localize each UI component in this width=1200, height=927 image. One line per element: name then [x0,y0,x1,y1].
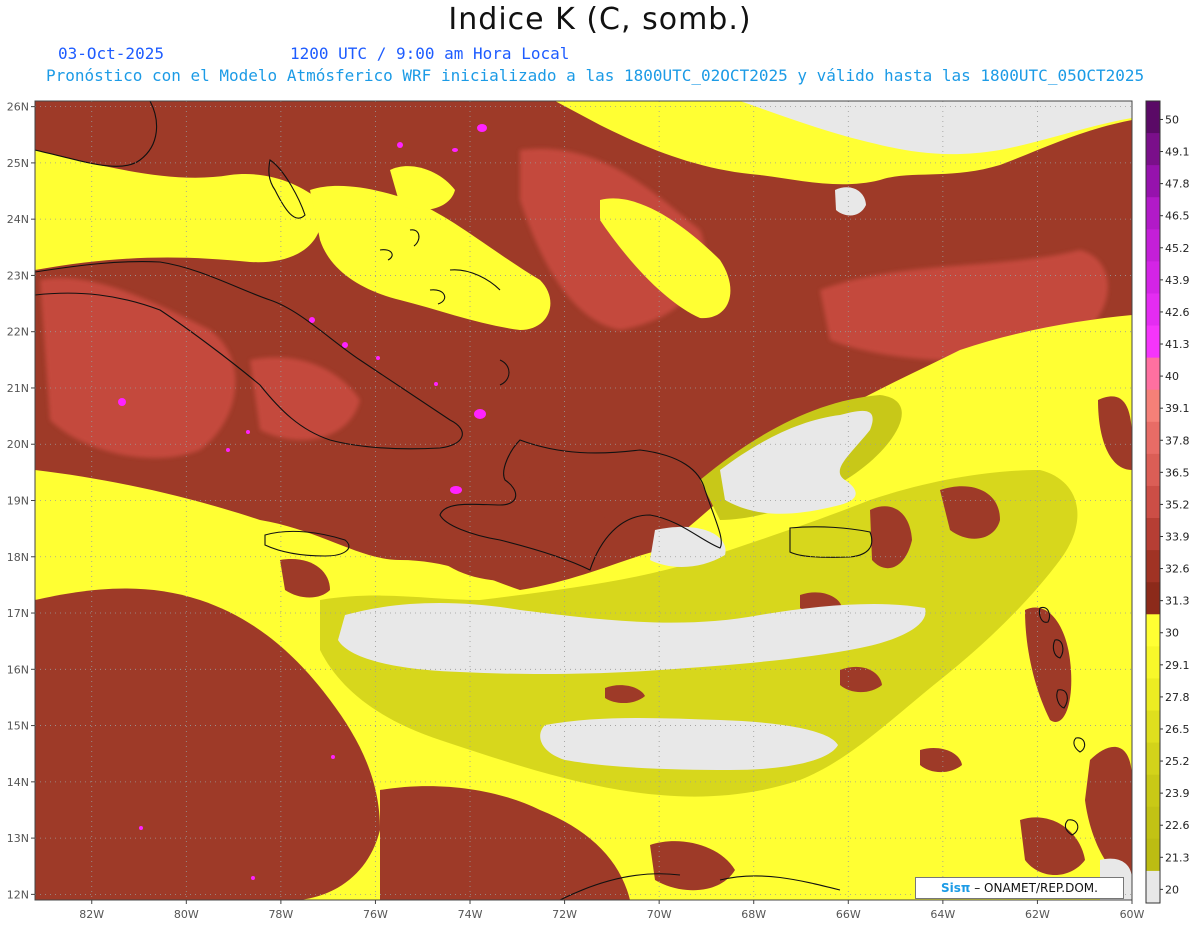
lon-tick-label: 66W [836,908,861,921]
lat-tick-label: 12N [7,888,29,901]
colorbar-label: 41.3 [1165,338,1190,351]
colorbar-label: 42.6 [1165,306,1190,319]
colorbar-label: 23.9 [1165,787,1190,800]
lat-tick-label: 16N [7,663,29,676]
lat-tick-label: 15N [7,720,29,733]
lat-tick-label: 18N [7,551,29,564]
colorbar-swatch [1146,485,1160,519]
colorbar-swatch [1146,870,1160,904]
colorbar-label: 33.9 [1165,530,1190,543]
colorbar-label: 46.5 [1165,210,1190,223]
lon-tick-label: 80W [174,908,199,921]
colorbar-swatch [1146,357,1160,391]
colorbar-swatch [1146,325,1160,359]
colorbar-label: 20 [1165,883,1179,896]
lon-tick-label: 64W [930,908,955,921]
credit-brand: Sisπ [941,881,971,895]
colorbar-swatch [1146,614,1160,647]
colorbar-label: 27.8 [1165,691,1190,704]
colorbar-swatch [1146,550,1160,583]
lat-tick-label: 24N [7,213,29,226]
credit-text: – ONAMET/REP.DOM. [970,881,1098,895]
lon-tick-label: 62W [1025,908,1050,921]
colorbar-label: 22.6 [1165,819,1190,832]
colorbar-swatch [1146,261,1160,294]
colorbar-label: 39.1 [1165,402,1190,415]
colorbar-label: 50 [1165,113,1179,126]
lat-tick-label: 21N [7,382,29,395]
lon-tick-label: 74W [458,908,483,921]
lon-tick-label: 60W [1120,908,1145,921]
colorbar-label: 35.2 [1165,498,1190,511]
colorbar-label: 29.1 [1165,659,1190,672]
colorbar-swatch [1146,774,1160,808]
lat-tick-label: 13N [7,832,29,845]
colorbar-label: 47.8 [1165,178,1190,191]
colorbar-swatch [1146,453,1160,487]
lon-tick-label: 78W [268,908,293,921]
lat-tick-label: 20N [7,438,29,451]
lon-tick-label: 70W [647,908,672,921]
colorbar-swatch [1146,742,1160,776]
colorbar: 50 49.1 47.8 46.5 45.2 43.9 42.6 41.3 40 39.1 37.8… [1145,100,1190,904]
colorbar-label: 36.5 [1165,466,1190,479]
colorbar-swatch [1146,229,1160,262]
lon-tick-label: 68W [741,908,766,921]
lat-tick-label: 17N [7,607,29,620]
colorbar-label: 25.2 [1165,755,1190,768]
lat-tick-label: 14N [7,776,29,789]
colorbar-swatch [1146,582,1160,615]
lon-tick-label: 76W [363,908,388,921]
lat-tick-label: 19N [7,495,29,508]
colorbar-swatch [1146,101,1160,134]
lon-tick-label: 82W [79,908,104,921]
colorbar-swatch [1146,293,1160,327]
colorbar-label: 43.9 [1165,274,1190,287]
colorbar-label: 26.5 [1165,723,1190,736]
colorbar-label: 32.6 [1165,563,1190,576]
colorbar-label: 40 [1165,370,1179,383]
colorbar-label: 31.3 [1165,595,1190,608]
colorbar-swatch [1146,133,1160,166]
lat-tick-label: 26N [7,101,29,114]
colorbar-swatch [1146,710,1160,744]
lat-tick-label: 25N [7,157,29,170]
colorbar-swatch [1146,165,1160,198]
colorbar-label: 49.1 [1165,146,1190,159]
lon-tick-label: 72W [552,908,577,921]
colorbar-swatch [1146,806,1160,840]
field-layer [35,101,1132,900]
colorbar-label: 21.3 [1165,851,1190,864]
lat-tick-label: 23N [7,269,29,282]
colorbar-swatch [1146,678,1160,712]
colorbar-label: 30 [1165,627,1179,640]
longitude-axis: 82W 80W 78W 76W 74W 72W 70W 68W 66W 64W 62W 60W [79,900,1145,921]
colorbar-swatch [1146,197,1160,230]
colorbar-swatch [1146,421,1160,455]
colorbar-label: 45.2 [1165,242,1190,255]
credit-box: Sisπ – ONAMET/REP.DOM. [915,877,1124,899]
colorbar-swatch [1146,838,1160,872]
lat-tick-label: 22N [7,326,29,339]
colorbar-swatch [1146,389,1160,423]
latitude-axis: 26N 25N 24N 23N 22N 21N 20N 19N 18N 17N 16N 15N 14N 1… [7,101,35,901]
k-index-map: 26N 25N 24N 23N 22N 21N 20N 19N 18N 17N 16N 15N 14N 1… [7,100,1190,921]
colorbar-label: 37.8 [1165,434,1190,447]
colorbar-swatch [1146,646,1160,679]
colorbar-swatch [1146,518,1160,551]
